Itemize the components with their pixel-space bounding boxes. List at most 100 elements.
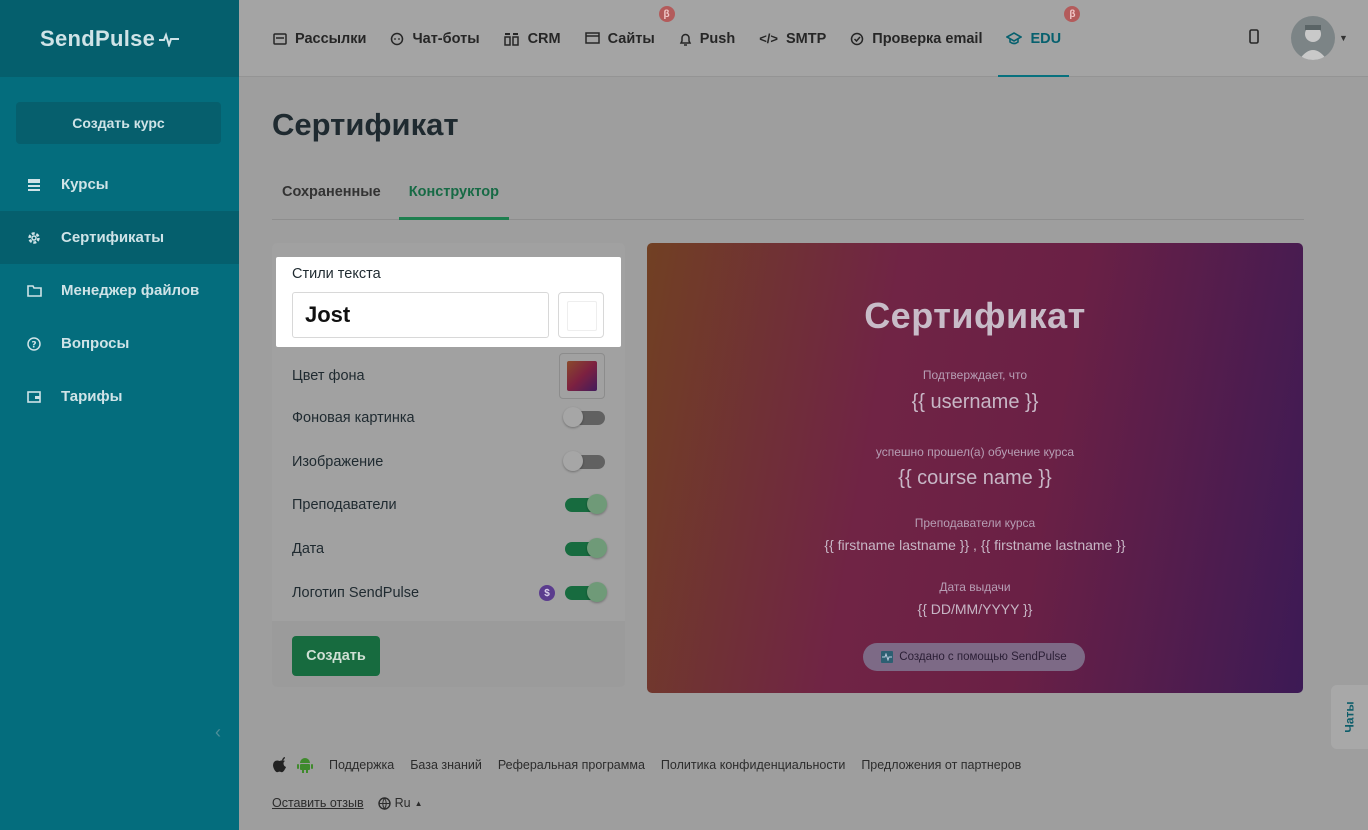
- create-button[interactable]: Создать: [292, 636, 380, 676]
- certificate-preview: Сертификат Подтверждает, что {{ username…: [647, 243, 1303, 693]
- logo[interactable]: SendPulse: [40, 26, 180, 52]
- sidebar-item-courses[interactable]: Курсы: [0, 158, 239, 211]
- logo-text: SendPulse: [40, 25, 156, 51]
- footer-link-referral[interactable]: Реферальная программа: [498, 758, 645, 772]
- gear-icon: [26, 230, 42, 246]
- tab-sites[interactable]: Сайты β: [584, 0, 675, 77]
- chats-tab[interactable]: Чаты: [1331, 685, 1368, 749]
- chats-label: Чаты: [1342, 701, 1357, 733]
- sidebar-item-label: Менеджер файлов: [61, 282, 200, 299]
- tab-label: EDU: [1030, 30, 1062, 47]
- sendpulse-logo-icon: [881, 651, 894, 663]
- teachers-row: Преподаватели: [292, 494, 607, 514]
- beta-badge: β: [1064, 6, 1081, 22]
- logo-toggle[interactable]: [565, 582, 607, 602]
- tab-edu[interactable]: EDU β: [998, 0, 1081, 77]
- courses-icon: [26, 177, 42, 193]
- android-icon[interactable]: [297, 756, 313, 773]
- language-selector[interactable]: Ru ▲: [377, 796, 423, 810]
- confirms-text: Подтверждает, что: [922, 368, 1028, 382]
- tab-saved[interactable]: Сохраненные: [272, 168, 391, 220]
- footer-bottom: Оставить отзыв Ru ▲: [272, 796, 423, 810]
- toggle-label: Дата: [292, 541, 325, 557]
- sidebar-item-label: Тарифы: [61, 388, 123, 405]
- tab-label: Чат-боты: [412, 30, 480, 47]
- tab-label: Push: [699, 30, 736, 47]
- course-placeholder: {{ course name }}: [898, 467, 1052, 489]
- logo-controls: $: [539, 582, 607, 602]
- date-row: Дата: [292, 538, 607, 558]
- date-placeholder: {{ DD/MM/YYYY }}: [917, 601, 1033, 617]
- certificate-title: Сертификат: [864, 295, 1086, 336]
- code-icon: </>: [759, 31, 778, 46]
- logo-bar: SendPulse: [0, 0, 239, 77]
- toggle-knob: [587, 494, 607, 514]
- footer-links: Поддержка База знаний Реферальная програ…: [272, 756, 1037, 773]
- sendpulse-badge[interactable]: Создано с помощью SendPulse: [863, 643, 1085, 671]
- date-label: Дата выдачи: [939, 580, 1011, 594]
- tab-label: SMTP: [785, 30, 827, 47]
- toggle-label: Фоновая картинка: [292, 410, 415, 426]
- tab-label: Проверка email: [872, 30, 983, 47]
- chat-icon: [390, 32, 404, 46]
- footer-link-partners[interactable]: Предложения от партнеров: [861, 758, 1021, 772]
- username-placeholder: {{ username }}: [911, 391, 1039, 413]
- chevron-down-icon[interactable]: ▼: [1339, 33, 1348, 43]
- language-label: Ru: [394, 796, 411, 810]
- toggle-knob: [587, 582, 607, 602]
- bg-color-label: Цвет фона: [292, 368, 365, 384]
- site-icon: [584, 32, 600, 45]
- tab-email-verification[interactable]: Проверка email: [850, 0, 982, 77]
- collapse-sidebar-icon[interactable]: ‹: [215, 722, 221, 743]
- tab-push[interactable]: Push: [679, 0, 735, 77]
- page-title: Сертификат: [272, 107, 459, 142]
- text-color-picker[interactable]: [558, 292, 604, 338]
- sidebar-item-label: Курсы: [61, 176, 109, 193]
- badge-text: Создано с помощью SendPulse: [899, 651, 1067, 663]
- bg-color-picker[interactable]: [559, 353, 605, 399]
- leave-review-link[interactable]: Оставить отзыв: [272, 796, 364, 810]
- sidebar-item-file-manager[interactable]: Менеджер файлов: [0, 264, 239, 317]
- apple-icon[interactable]: [272, 756, 287, 773]
- tab-crm[interactable]: CRM: [503, 0, 561, 77]
- create-course-button[interactable]: Создать курс: [16, 102, 221, 144]
- footer-link-knowledge-base[interactable]: База знаний: [410, 758, 482, 772]
- top-navigation: Рассылки Чат-боты CRM Сайты β Push </> S…: [239, 0, 1368, 77]
- svg-text:?: ?: [31, 340, 36, 350]
- toggle-knob: [563, 451, 583, 471]
- subtabs: Сохраненные Конструктор: [272, 168, 1304, 220]
- sidebar-item-questions[interactable]: ? Вопросы: [0, 317, 239, 370]
- paid-feature-badge: $: [539, 585, 555, 601]
- sidebar-item-label: Вопросы: [61, 335, 130, 352]
- bg-image-toggle[interactable]: [563, 407, 605, 427]
- tab-label: Сайты: [607, 30, 655, 47]
- avatar[interactable]: [1291, 16, 1335, 60]
- tab-smtp[interactable]: </> SMTP: [759, 0, 826, 77]
- sidebar-nav: Курсы Сертификаты Менеджер файлов ? Вопр…: [0, 158, 239, 423]
- footer-link-privacy[interactable]: Политика конфиденциальности: [661, 758, 845, 772]
- image-toggle[interactable]: [563, 451, 605, 471]
- sidebar-item-label: Сертификаты: [61, 229, 165, 246]
- tab-mailings[interactable]: Рассылки: [273, 0, 366, 77]
- user-avatar-icon: [1299, 25, 1327, 60]
- beta-badge: β: [658, 6, 675, 22]
- bg-color-row: Цвет фона: [292, 353, 605, 399]
- tab-chatbots[interactable]: Чат-боты: [390, 0, 480, 77]
- sidebar-item-pricing[interactable]: Тарифы: [0, 370, 239, 423]
- teachers-placeholder: {{ firstname lastname }} , {{ firstname …: [824, 537, 1126, 553]
- toggle-label: Логотип SendPulse: [292, 585, 420, 601]
- toggle-label: Преподаватели: [292, 497, 397, 513]
- font-select[interactable]: Jost: [292, 292, 549, 338]
- teachers-toggle[interactable]: [565, 494, 607, 514]
- sidebar-item-certificates[interactable]: Сертификаты: [0, 211, 239, 264]
- footer-link-support[interactable]: Поддержка: [329, 758, 394, 772]
- check-icon: [850, 32, 864, 46]
- date-toggle[interactable]: [565, 538, 607, 558]
- mobile-app-icon[interactable]: [1249, 29, 1259, 49]
- logo-row: Логотип SendPulse $: [292, 582, 607, 602]
- tab-constructor[interactable]: Конструктор: [398, 168, 509, 220]
- wallet-icon: [26, 389, 42, 405]
- toggle-knob: [563, 407, 583, 427]
- text-styles-section: Стили текста Jost: [276, 257, 621, 347]
- toggle-label: Изображение: [292, 454, 384, 470]
